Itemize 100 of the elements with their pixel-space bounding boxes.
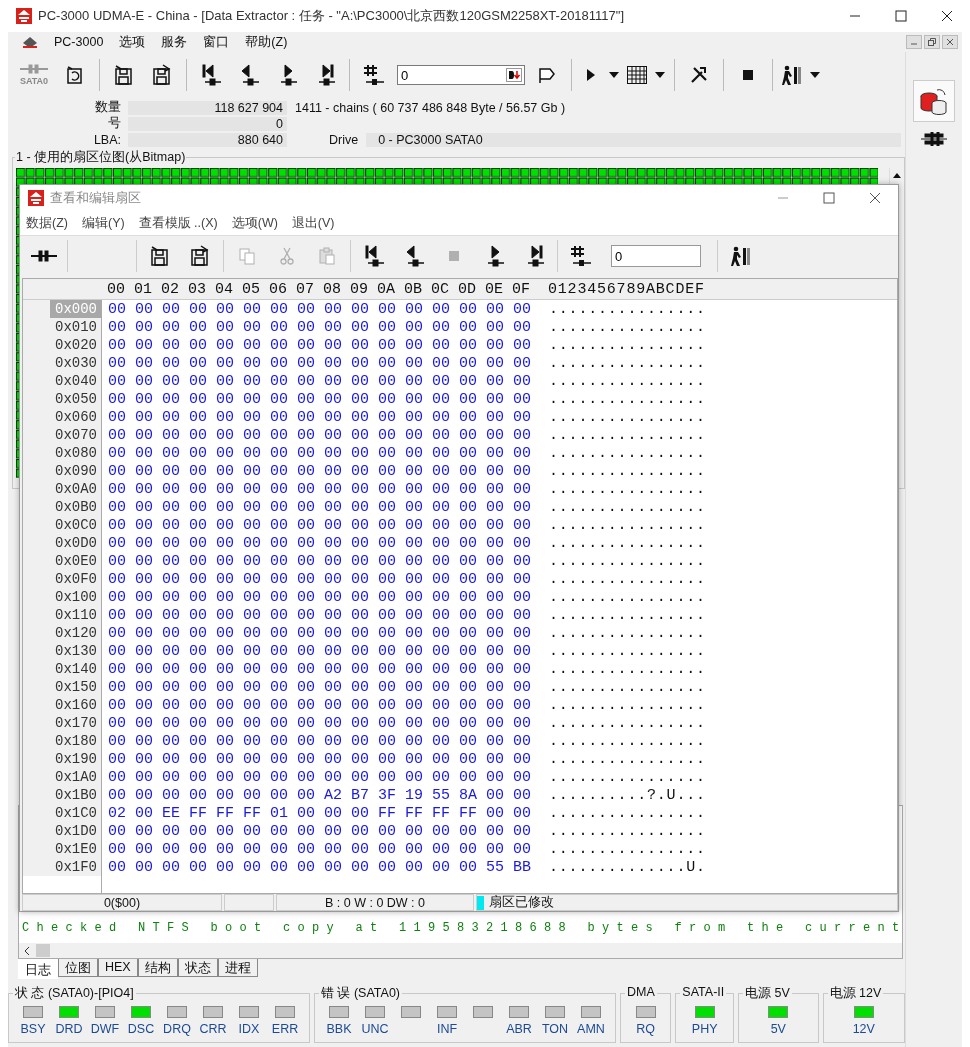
indicator-label: DRQ <box>163 1022 191 1036</box>
tab[interactable]: 进程 <box>217 959 258 977</box>
indicator-label: 12V <box>852 1022 875 1036</box>
hex-bytes: 00 00 00 00 00 00 00 00 00 00 00 00 00 00 00 00 <box>108 372 533 390</box>
hex-bytes: 00 00 00 00 00 00 00 00 A2 B7 3F 19 55 8A 00 00 <box>108 786 533 804</box>
ascii-text: ................ <box>549 444 706 462</box>
connector-icon <box>30 249 58 263</box>
hex-bytes: 00 00 00 00 00 00 00 00 00 00 00 00 00 00 00 00 <box>108 606 533 624</box>
group-title: 电源 5V <box>743 985 792 1002</box>
tab[interactable]: 结构 <box>137 959 178 977</box>
play-icon <box>585 68 597 82</box>
hex-bytes: 00 00 00 00 00 00 00 00 00 00 00 00 00 00 00 00 <box>108 840 533 858</box>
ascii-text: ................ <box>549 840 706 858</box>
drives-button[interactable] <box>913 80 955 122</box>
grid-icon <box>626 65 648 85</box>
hex-bytes: 00 00 00 00 00 00 00 00 00 00 00 00 00 00 55 BB <box>108 858 533 876</box>
floppy-icon <box>151 64 173 86</box>
hex-bytes: 00 00 00 00 00 00 00 00 00 00 00 00 00 00 00 00 <box>108 642 533 660</box>
menu-item[interactable]: 退出(V) <box>291 214 335 232</box>
menu-item[interactable]: 窗口 <box>203 33 230 51</box>
indicator-label: ABR <box>506 1022 532 1036</box>
menu-item[interactable]: 选项 <box>119 33 146 51</box>
ascii-text: ................ <box>549 570 706 588</box>
exit-icon <box>781 64 803 86</box>
hex-bytes: 00 00 00 00 00 00 00 00 00 00 00 00 00 00 00 00 <box>108 390 533 408</box>
hash-icon <box>362 63 386 87</box>
tools-icon <box>689 65 709 85</box>
hex-bytes: 00 00 00 00 00 00 00 00 00 00 00 00 00 00 00 00 <box>108 552 533 570</box>
tab[interactable]: 日志 <box>18 959 58 979</box>
hex-bytes: 00 00 00 00 00 00 00 00 00 00 00 00 00 00 00 00 <box>108 588 533 606</box>
status-cell <box>224 894 274 911</box>
hex-bytes: 00 00 00 00 00 00 00 00 00 00 00 00 00 00 00 00 <box>108 678 533 696</box>
app-menu-icon[interactable] <box>22 35 38 49</box>
column-headers: 00 01 02 03 04 05 06 07 08 09 0A 0B 0C 0D 0E 0F <box>107 280 532 298</box>
sector-input[interactable]: 0 <box>397 65 525 85</box>
hex-bytes: 00 00 00 00 00 00 00 00 00 00 00 00 00 00 00 00 <box>108 480 533 498</box>
hex-bytes: 00 00 00 00 00 00 00 00 00 00 00 00 00 00 00 00 <box>108 336 533 354</box>
hex-bytes: 00 00 00 00 00 00 00 00 00 00 00 00 00 00 00 00 <box>108 426 533 444</box>
caret-icon <box>655 72 665 78</box>
scroll-thumb[interactable] <box>36 944 50 957</box>
tab[interactable]: HEX <box>98 959 138 977</box>
indicator-label: TON <box>541 1022 569 1036</box>
group-title: SATA-II <box>680 985 727 999</box>
indicator-label: RQ <box>636 1022 656 1036</box>
skip-start-icon <box>200 63 222 87</box>
caret-icon <box>810 72 820 78</box>
ascii-text: ................ <box>549 660 706 678</box>
window-title: PC-3000 UDMA-E - China - [Data Extractor : 任务 - "A:\PC3000\北京西数120GSM2258XT-20181117"] <box>38 7 625 25</box>
hex-bytes: 02 00 EE FF FF FF 01 00 00 00 FF FF FF FF 00 00 <box>108 804 533 822</box>
field-label: 号 <box>107 115 121 132</box>
scroll-up-button[interactable] <box>889 168 903 184</box>
indicator-label: DRD <box>55 1022 83 1036</box>
indicator-label: AMN <box>577 1022 605 1036</box>
caret-icon <box>609 72 619 78</box>
hex-bytes: 00 00 00 00 00 00 00 00 00 00 00 00 00 00 00 00 <box>108 624 533 642</box>
chains-text: 1411 - chains ( 60 737 486 848 Byte / 56.57 Gb ) <box>295 100 566 115</box>
stop-icon <box>447 249 461 263</box>
hex-bytes: 00 00 00 00 00 00 00 00 00 00 00 00 00 00 00 00 <box>108 318 533 336</box>
indicator-label: BBK <box>326 1022 352 1036</box>
menu-item[interactable]: 编辑(Y) <box>81 214 125 232</box>
status-text: 扇区已修改 <box>489 894 554 911</box>
menu-item[interactable]: PC-3000 <box>54 35 104 49</box>
menu-item[interactable]: 服务 <box>161 33 188 51</box>
hex-bytes: 00 00 00 00 00 00 00 00 00 00 00 00 00 00 00 00 <box>108 822 533 840</box>
ascii-text: ................ <box>549 480 706 498</box>
hex-bytes: 00 00 00 00 00 00 00 00 00 00 00 00 00 00 00 00 <box>108 714 533 732</box>
clipboard-icon <box>318 247 336 265</box>
ascii-text: ................ <box>549 390 706 408</box>
tab[interactable]: 位图 <box>58 959 98 977</box>
connector-icon <box>921 132 947 146</box>
floppy-icon <box>149 245 171 267</box>
goto-field[interactable]: 0 <box>611 245 701 267</box>
exit-icon <box>730 245 752 267</box>
horizontal-scrollbar[interactable] <box>19 943 902 958</box>
connector-icon <box>19 64 49 74</box>
mdi-close-button[interactable] <box>942 35 958 49</box>
skip-start-icon <box>363 244 385 268</box>
ascii-text: ................ <box>549 732 706 750</box>
mdi-restore-button[interactable] <box>924 35 940 49</box>
menu-item[interactable]: 数据(Z) <box>26 214 68 232</box>
floppy-icon <box>189 245 211 267</box>
indicator-label: INF <box>436 1022 458 1036</box>
up-arrow-icon <box>892 173 901 178</box>
close-icon <box>869 192 881 204</box>
hex-bytes: 00 00 00 00 00 00 00 00 00 00 00 00 00 00 00 00 <box>108 498 533 516</box>
terminal-button[interactable] <box>921 132 947 149</box>
window-title: 查看和编辑扇区 <box>50 189 141 207</box>
menu-item[interactable]: 帮助(Z) <box>245 33 288 51</box>
ascii-text: ................ <box>549 606 706 624</box>
count-value: 118 627 904 <box>128 100 287 115</box>
menu-item[interactable]: 选项(W) <box>231 214 278 232</box>
hex-bytes: 00 00 00 00 00 00 00 00 00 00 00 00 00 00 00 00 <box>108 534 533 552</box>
tab[interactable]: 状态 <box>177 959 218 977</box>
indicator-label: DSC <box>127 1022 155 1036</box>
menu-item[interactable]: 查看模版 ..(X) <box>138 214 218 232</box>
ascii-text: ................ <box>549 354 706 372</box>
close-icon <box>941 10 953 22</box>
scissors-icon <box>280 247 294 265</box>
field-label: Drive <box>329 132 359 147</box>
field-label: 数量 <box>94 99 121 116</box>
